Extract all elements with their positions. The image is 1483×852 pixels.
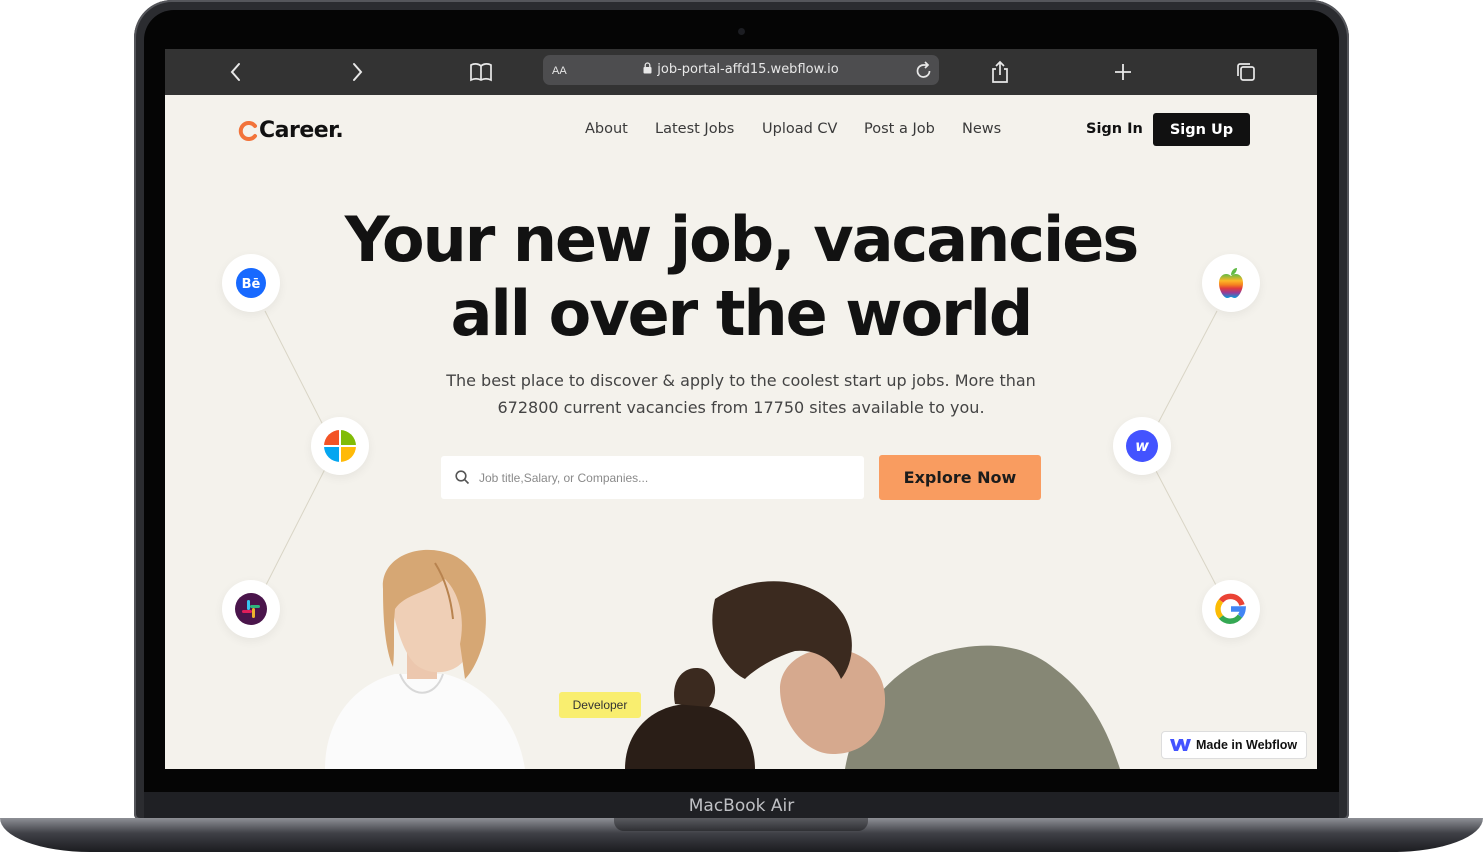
hero-title-line-2: all over the world: [450, 277, 1034, 350]
google-icon: [1215, 593, 1246, 624]
hero-title: Your new job, vacancies all over the wor…: [165, 203, 1317, 351]
camera-icon: [738, 28, 745, 35]
browser-screen: AA job-portal-affd15.webflow.io Career. …: [165, 49, 1317, 769]
slack-icon: [235, 593, 267, 625]
webflow-logo-icon: [1170, 739, 1191, 751]
behance-icon: Bē: [236, 268, 266, 298]
badge-label: Made in Webflow: [1196, 738, 1298, 752]
hero-subtitle-line-1: The best place to discover & apply to th…: [446, 371, 1036, 390]
svg-text:Bē: Bē: [242, 277, 261, 292]
laptop-chin: MacBook Air: [144, 792, 1339, 820]
job-search-box: [441, 456, 864, 499]
google-orb[interactable]: [1202, 580, 1260, 638]
developer-tag: Developer: [559, 692, 641, 718]
laptop-notch: [614, 818, 868, 831]
man-and-child-photo: [625, 581, 1120, 769]
svg-text:w: w: [1135, 437, 1149, 455]
webflow-icon: w: [1126, 430, 1158, 462]
search-icon: [455, 470, 470, 485]
hero-subtitle: The best place to discover & apply to th…: [441, 367, 1041, 421]
apple-orb[interactable]: [1202, 254, 1260, 312]
job-search-input[interactable]: [479, 456, 849, 499]
microsoft-icon: [324, 430, 356, 462]
hero-subtitle-line-2: 672800 current vacancies from 17750 site…: [497, 398, 985, 417]
microsoft-orb[interactable]: [311, 417, 369, 475]
explore-now-button[interactable]: Explore Now: [879, 455, 1041, 500]
made-in-webflow-badge[interactable]: Made in Webflow: [1161, 731, 1307, 759]
woman-photo: [325, 549, 525, 769]
device-label: MacBook Air: [688, 796, 795, 816]
apple-icon: [1219, 268, 1243, 298]
hero-title-line-1: Your new job, vacancies: [344, 203, 1139, 276]
behance-orb[interactable]: Bē: [222, 254, 280, 312]
slack-orb[interactable]: [222, 580, 280, 638]
device-mockup: AA job-portal-affd15.webflow.io Career. …: [0, 0, 1483, 852]
webflow-orb[interactable]: w: [1113, 417, 1171, 475]
